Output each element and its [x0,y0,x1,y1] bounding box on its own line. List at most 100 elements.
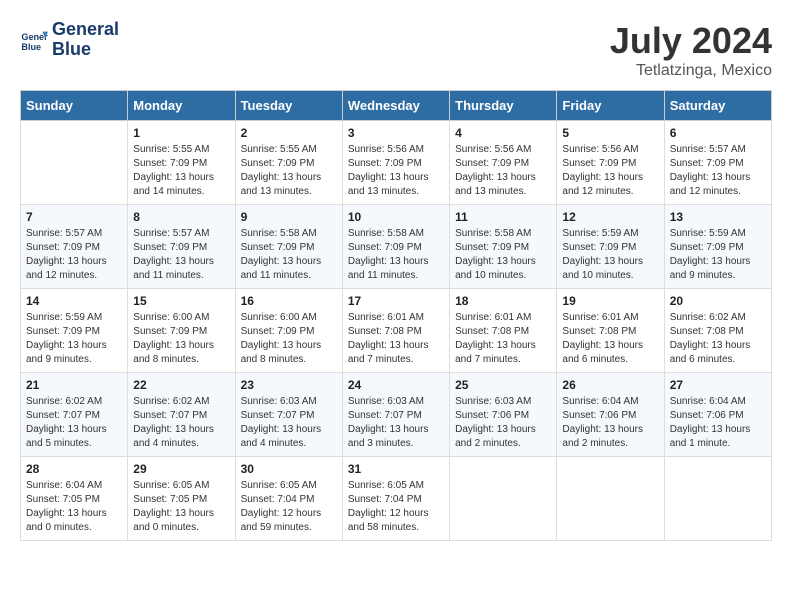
day-number: 31 [348,462,444,476]
day-number: 2 [241,126,337,140]
calendar-cell [557,457,664,541]
calendar-cell: 25 Sunrise: 6:03 AM Sunset: 7:06 PM Dayli… [450,373,557,457]
day-number: 16 [241,294,337,308]
day-number: 17 [348,294,444,308]
day-info: Sunrise: 6:05 AM Sunset: 7:05 PM Dayligh… [133,479,229,535]
day-info: Sunrise: 5:58 AM Sunset: 7:09 PM Dayligh… [455,227,551,283]
calendar-cell: 14Sunrise: 5:59 AM Sunset: 7:09 PM Dayli… [21,289,128,373]
day-info: Sunrise: 6:04 AM Sunset: 7:05 PM Dayligh… [26,479,122,535]
day-number: 19 [562,294,658,308]
day-info: Sunrise: 6:03 AM Sunset: 7:07 PM Dayligh… [348,395,444,451]
weekday-header-saturday: Saturday [664,91,771,121]
calendar-cell: 8 Sunrise: 5:57 AM Sunset: 7:09 PM Daylig… [128,205,235,289]
day-info: Sunrise: 5:57 AM Sunset: 7:09 PM Dayligh… [133,227,229,283]
weekday-header-row: SundayMondayTuesdayWednesdayThursdayFrid… [21,91,772,121]
weekday-header-wednesday: Wednesday [342,91,449,121]
day-info: Sunrise: 6:01 AM Sunset: 7:08 PM Dayligh… [455,311,551,367]
calendar-cell: 20 Sunrise: 6:02 AM Sunset: 7:08 PM Dayli… [664,289,771,373]
day-info: Sunrise: 6:03 AM Sunset: 7:06 PM Dayligh… [455,395,551,451]
calendar-body: 1 Sunrise: 5:55 AM Sunset: 7:09 PM Daylig… [21,121,772,541]
calendar-cell: 2 Sunrise: 5:55 AM Sunset: 7:09 PM Daylig… [235,121,342,205]
month-title: July 2024 [610,20,772,62]
day-number: 23 [241,378,337,392]
calendar-week-4: 21Sunrise: 6:02 AM Sunset: 7:07 PM Dayli… [21,373,772,457]
calendar-cell: 1 Sunrise: 5:55 AM Sunset: 7:09 PM Daylig… [128,121,235,205]
calendar-cell: 15 Sunrise: 6:00 AM Sunset: 7:09 PM Dayli… [128,289,235,373]
logo: General Blue General Blue [20,20,119,60]
calendar-cell [450,457,557,541]
day-info: Sunrise: 5:59 AM Sunset: 7:09 PM Dayligh… [26,311,122,367]
calendar-cell: 29 Sunrise: 6:05 AM Sunset: 7:05 PM Dayli… [128,457,235,541]
calendar-cell: 24 Sunrise: 6:03 AM Sunset: 7:07 PM Dayli… [342,373,449,457]
day-info: Sunrise: 6:04 AM Sunset: 7:06 PM Dayligh… [562,395,658,451]
day-info: Sunrise: 5:55 AM Sunset: 7:09 PM Dayligh… [241,143,337,199]
day-info: Sunrise: 5:57 AM Sunset: 7:09 PM Dayligh… [26,227,122,283]
calendar-cell: 30 Sunrise: 6:05 AM Sunset: 7:04 PM Dayli… [235,457,342,541]
day-info: Sunrise: 5:59 AM Sunset: 7:09 PM Dayligh… [670,227,766,283]
calendar-cell [664,457,771,541]
day-info: Sunrise: 5:56 AM Sunset: 7:09 PM Dayligh… [455,143,551,199]
day-number: 24 [348,378,444,392]
calendar-table: SundayMondayTuesdayWednesdayThursdayFrid… [20,90,772,541]
calendar-cell: 4 Sunrise: 5:56 AM Sunset: 7:09 PM Daylig… [450,121,557,205]
day-number: 27 [670,378,766,392]
logo-text: General Blue [52,20,119,60]
day-info: Sunrise: 5:56 AM Sunset: 7:09 PM Dayligh… [562,143,658,199]
day-info: Sunrise: 6:04 AM Sunset: 7:06 PM Dayligh… [670,395,766,451]
day-number: 9 [241,210,337,224]
title-block: July 2024 Tetlatzinga, Mexico [610,20,772,80]
calendar-cell: 16Sunrise: 6:00 AM Sunset: 7:09 PM Dayli… [235,289,342,373]
calendar-cell: 17 Sunrise: 6:01 AM Sunset: 7:08 PM Dayli… [342,289,449,373]
logo-icon: General Blue [20,26,48,54]
day-number: 11 [455,210,551,224]
day-info: Sunrise: 5:56 AM Sunset: 7:09 PM Dayligh… [348,143,444,199]
day-number: 1 [133,126,229,140]
day-number: 29 [133,462,229,476]
day-number: 15 [133,294,229,308]
calendar-cell [21,121,128,205]
day-info: Sunrise: 5:55 AM Sunset: 7:09 PM Dayligh… [133,143,229,199]
calendar-cell: 18 Sunrise: 6:01 AM Sunset: 7:08 PM Dayli… [450,289,557,373]
svg-text:Blue: Blue [21,42,41,52]
calendar-cell: 31Sunrise: 6:05 AM Sunset: 7:04 PM Dayli… [342,457,449,541]
calendar-cell: 3 Sunrise: 5:56 AM Sunset: 7:09 PM Daylig… [342,121,449,205]
day-info: Sunrise: 5:59 AM Sunset: 7:09 PM Dayligh… [562,227,658,283]
day-number: 7 [26,210,122,224]
day-info: Sunrise: 6:05 AM Sunset: 7:04 PM Dayligh… [241,479,337,535]
calendar-week-5: 28Sunrise: 6:04 AM Sunset: 7:05 PM Dayli… [21,457,772,541]
day-number: 25 [455,378,551,392]
calendar-cell: 6 Sunrise: 5:57 AM Sunset: 7:09 PM Daylig… [664,121,771,205]
day-number: 4 [455,126,551,140]
weekday-header-friday: Friday [557,91,664,121]
day-info: Sunrise: 5:57 AM Sunset: 7:09 PM Dayligh… [670,143,766,199]
weekday-header-sunday: Sunday [21,91,128,121]
day-number: 6 [670,126,766,140]
day-number: 8 [133,210,229,224]
day-info: Sunrise: 6:02 AM Sunset: 7:07 PM Dayligh… [133,395,229,451]
day-info: Sunrise: 6:02 AM Sunset: 7:07 PM Dayligh… [26,395,122,451]
day-number: 20 [670,294,766,308]
day-number: 30 [241,462,337,476]
calendar-cell: 21Sunrise: 6:02 AM Sunset: 7:07 PM Dayli… [21,373,128,457]
calendar-cell: 27 Sunrise: 6:04 AM Sunset: 7:06 PM Dayli… [664,373,771,457]
calendar-cell: 28Sunrise: 6:04 AM Sunset: 7:05 PM Dayli… [21,457,128,541]
day-number: 3 [348,126,444,140]
day-info: Sunrise: 6:00 AM Sunset: 7:09 PM Dayligh… [133,311,229,367]
calendar-cell: 7 Sunrise: 5:57 AM Sunset: 7:09 PM Daylig… [21,205,128,289]
day-info: Sunrise: 6:01 AM Sunset: 7:08 PM Dayligh… [348,311,444,367]
day-info: Sunrise: 6:02 AM Sunset: 7:08 PM Dayligh… [670,311,766,367]
calendar-week-3: 14Sunrise: 5:59 AM Sunset: 7:09 PM Dayli… [21,289,772,373]
calendar-cell: 26 Sunrise: 6:04 AM Sunset: 7:06 PM Dayli… [557,373,664,457]
day-number: 18 [455,294,551,308]
calendar-cell: 5Sunrise: 5:56 AM Sunset: 7:09 PM Daylig… [557,121,664,205]
weekday-header-monday: Monday [128,91,235,121]
day-info: Sunrise: 6:03 AM Sunset: 7:07 PM Dayligh… [241,395,337,451]
day-number: 22 [133,378,229,392]
calendar-cell: 22 Sunrise: 6:02 AM Sunset: 7:07 PM Dayli… [128,373,235,457]
calendar-cell: 10Sunrise: 5:58 AM Sunset: 7:09 PM Dayli… [342,205,449,289]
day-number: 26 [562,378,658,392]
calendar-cell: 9Sunrise: 5:58 AM Sunset: 7:09 PM Daylig… [235,205,342,289]
calendar-week-2: 7 Sunrise: 5:57 AM Sunset: 7:09 PM Daylig… [21,205,772,289]
calendar-cell: 19Sunrise: 6:01 AM Sunset: 7:08 PM Dayli… [557,289,664,373]
day-number: 13 [670,210,766,224]
